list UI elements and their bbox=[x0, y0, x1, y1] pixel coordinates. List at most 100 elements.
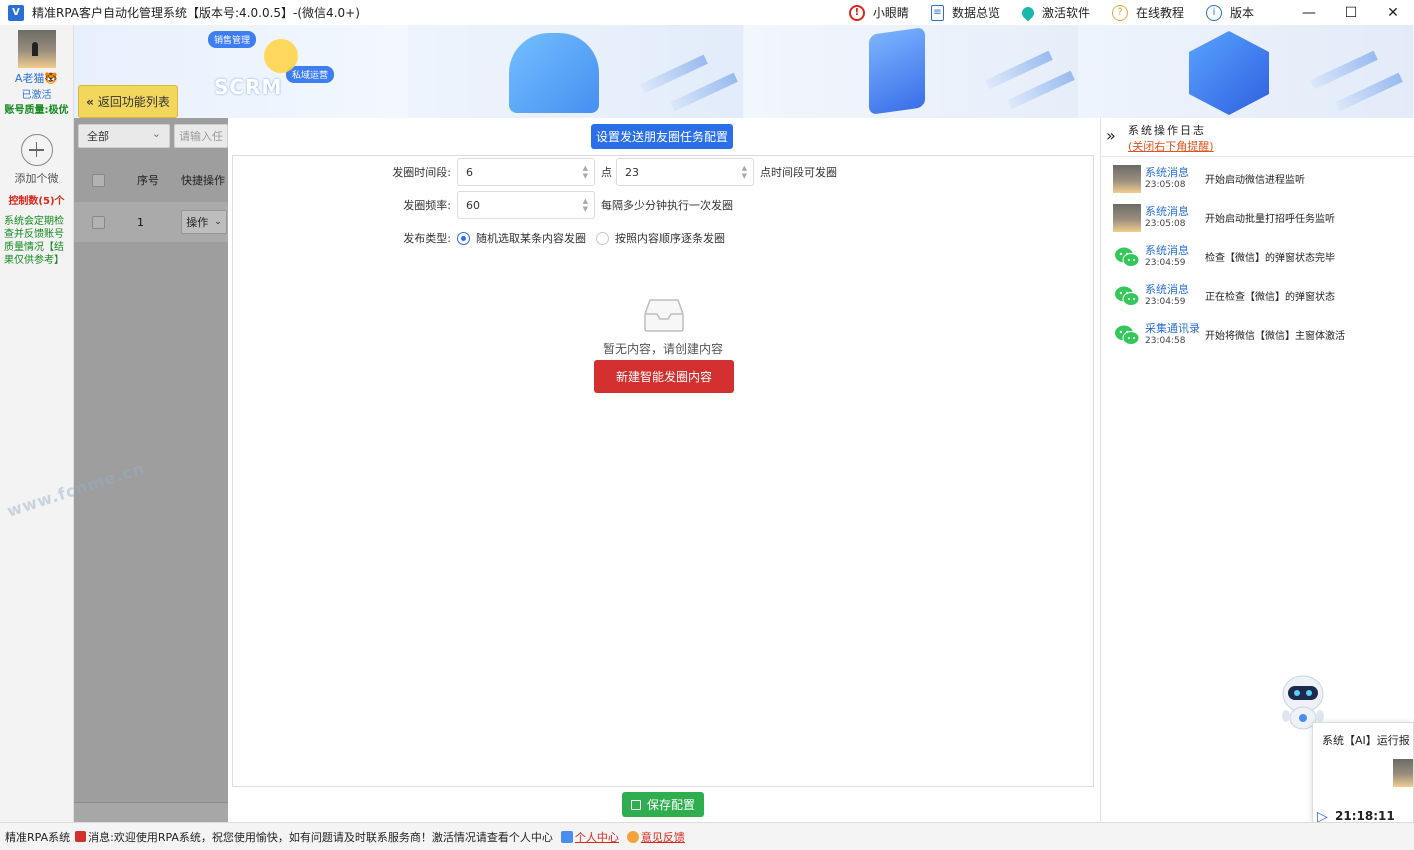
decor-streak bbox=[670, 72, 738, 112]
row-index: 1 bbox=[137, 215, 144, 229]
toolbar-tutorial-button[interactable]: ? 在线教程 bbox=[1111, 4, 1184, 21]
radio-sequential-label[interactable]: 按照内容顺序逐条发圈 bbox=[615, 230, 725, 246]
log-message: 开始启动微信进程监听 bbox=[1205, 175, 1305, 186]
decor-streak bbox=[1335, 72, 1403, 112]
toolbar-overview-button[interactable]: ≡ 数据总览 bbox=[930, 4, 1000, 21]
close-reminder-link[interactable]: (关闭右下角提醒) bbox=[1128, 138, 1214, 154]
time-range-row: 发圈时间段: 6 ▲ ▼ 点 23 ▲ ▼ 点时间段可发圈 bbox=[373, 158, 837, 186]
frequency-value: 60 bbox=[466, 198, 480, 212]
log-message: 正在检查【微信】的弹窗状态 bbox=[1205, 292, 1335, 303]
status-bar: 精准RPA系统 消息:欢迎使用RPA系统，祝您使用愉快，如有问题请及时联系服务商… bbox=[0, 822, 1414, 850]
time-end-value: 23 bbox=[625, 165, 639, 179]
wechat-icon bbox=[1113, 243, 1141, 271]
toolbar-label: 小眼睛 bbox=[872, 6, 909, 20]
maximize-button[interactable]: ☐ bbox=[1330, 0, 1372, 25]
publish-type-label: 发布类型: bbox=[403, 232, 451, 245]
divider bbox=[1101, 156, 1414, 157]
select-all-checkbox[interactable] bbox=[92, 173, 105, 187]
back-label: 返回功能列表 bbox=[97, 95, 170, 109]
account-sidebar: A老猫🐯 已激活 账号质量:极优 添加个微 控制数(5)个 系统会定期检查并反馈… bbox=[0, 25, 74, 822]
feature-banner: 销售管理 私域运营 SCRM bbox=[74, 25, 1414, 118]
column-index: 序号 bbox=[137, 174, 159, 187]
toolbar-activate-button[interactable]: 激活软件 bbox=[1019, 4, 1090, 21]
log-time: 23:04:59 bbox=[1145, 258, 1186, 268]
popup-time: 21:18:11 bbox=[1335, 809, 1395, 823]
user-icon bbox=[560, 830, 573, 843]
log-source: 系统消息 bbox=[1145, 244, 1189, 257]
log-time: 23:05:08 bbox=[1145, 180, 1186, 190]
banner-scrm-text: SCRM bbox=[214, 75, 283, 99]
time-start-input[interactable]: 6 ▲ ▼ bbox=[457, 158, 595, 186]
log-title: 系统操作日志 bbox=[1128, 124, 1206, 137]
time-mid-label: 点 bbox=[601, 166, 612, 179]
log-source: 系统消息 bbox=[1145, 166, 1189, 179]
save-label: 保存配置 bbox=[646, 798, 695, 812]
account-name[interactable]: A老猫🐯 bbox=[0, 70, 73, 86]
column-quick-action: 快捷操作 bbox=[181, 174, 225, 187]
personal-center-link[interactable]: 个人中心 bbox=[575, 829, 619, 845]
info-icon: i bbox=[1205, 4, 1222, 21]
log-item: 采集通讯录 23:04:58 开始将微信【微信】主窗体激活 bbox=[1113, 318, 1413, 354]
control-count: 控制数(5)个 bbox=[8, 196, 65, 207]
account-avatar[interactable] bbox=[17, 30, 56, 68]
moments-config-button[interactable]: 设置发送朋友圈任务配置 bbox=[591, 124, 733, 149]
table-row[interactable]: 1 操作 ⌄ bbox=[74, 202, 228, 242]
log-message: 检查【微信】的弹窗状态完毕 bbox=[1205, 253, 1335, 264]
cloud-icon bbox=[509, 33, 599, 113]
banner-chip: 销售管理 bbox=[208, 31, 257, 48]
toolbar-version-button[interactable]: i 版本 bbox=[1205, 4, 1254, 21]
app-logo: V bbox=[8, 4, 24, 21]
radio-random-label[interactable]: 随机选取某条内容发圈 bbox=[476, 230, 586, 246]
filter-select[interactable]: 全部 bbox=[78, 124, 170, 148]
wechat-icon bbox=[1113, 321, 1141, 349]
create-content-button[interactable]: 新建智能发圈内容 bbox=[594, 360, 734, 393]
minimize-button[interactable]: — bbox=[1288, 0, 1330, 25]
close-button[interactable]: ✕ bbox=[1372, 0, 1414, 25]
log-time: 23:05:08 bbox=[1145, 219, 1186, 229]
log-source: 系统消息 bbox=[1145, 205, 1189, 218]
banner-cube[interactable] bbox=[1079, 25, 1414, 118]
search-input[interactable]: 请输入任 bbox=[174, 124, 228, 148]
spinner-icon[interactable]: ▲ ▼ bbox=[742, 164, 747, 180]
back-to-functions-button[interactable]: «返回功能列表 bbox=[78, 85, 178, 118]
activation-status: 已激活 bbox=[21, 90, 52, 101]
radio-sequential[interactable] bbox=[596, 231, 609, 245]
operation-log-panel: » 系统操作日志 (关闭右下角提醒) 系统消息 23:05:08 开始启动微信进程监… bbox=[1100, 118, 1414, 822]
log-time: 23:04:59 bbox=[1145, 297, 1186, 307]
log-item: 系统消息 23:04:59 检查【微信】的弹窗状态完毕 bbox=[1113, 240, 1413, 276]
window-controls: — ☐ ✕ bbox=[1288, 0, 1414, 25]
popup-avatar bbox=[1393, 759, 1413, 787]
row-checkbox[interactable] bbox=[92, 215, 105, 229]
decor-streak bbox=[640, 54, 708, 94]
save-config-button[interactable]: 保存配置 bbox=[622, 792, 704, 817]
empty-inbox-icon bbox=[644, 299, 684, 332]
log-time: 23:04:58 bbox=[1145, 336, 1186, 346]
spinner-icon[interactable]: ▲ ▼ bbox=[583, 197, 588, 213]
horizontal-scrollbar[interactable] bbox=[74, 802, 228, 822]
add-account-button[interactable] bbox=[20, 134, 53, 166]
row-action-button[interactable]: 操作 ⌄ bbox=[181, 210, 227, 234]
feedback-icon bbox=[626, 830, 639, 843]
popup-title: 系统【AI】运行报 bbox=[1322, 734, 1410, 747]
double-chevron-left-icon: « bbox=[86, 94, 94, 109]
toolbar-eye-button[interactable]: ! 小眼睛 bbox=[848, 4, 909, 21]
spinner-icon[interactable]: ▲ ▼ bbox=[583, 164, 588, 180]
cube-icon bbox=[1189, 31, 1269, 115]
radio-random[interactable] bbox=[457, 231, 470, 245]
log-message: 开始将微信【微信】主窗体激活 bbox=[1205, 331, 1345, 342]
add-account-label[interactable]: 添加个微 bbox=[0, 170, 73, 186]
frequency-row: 发圈频率: 60 ▲ ▼ 每隔多少分钟执行一次发圈 bbox=[373, 191, 733, 219]
banner-cloud[interactable] bbox=[409, 25, 744, 118]
title-toolbar: ! 小眼睛 ≡ 数据总览 激活软件 ? 在线教程 i 版本 bbox=[827, 0, 1254, 25]
toolbar-label: 激活软件 bbox=[1041, 6, 1090, 20]
document-icon: ≡ bbox=[930, 4, 944, 21]
frequency-input[interactable]: 60 ▲ ▼ bbox=[457, 191, 595, 219]
collapse-icon[interactable]: » bbox=[1106, 126, 1116, 145]
feedback-link[interactable]: 意见反馈 bbox=[641, 829, 685, 845]
frequency-label: 发圈频率: bbox=[403, 199, 451, 212]
banner-chat[interactable] bbox=[744, 25, 1079, 118]
status-app-name: 精准RPA系统 bbox=[5, 830, 71, 844]
time-end-input[interactable]: 23 ▲ ▼ bbox=[616, 158, 754, 186]
toolbar-label: 在线教程 bbox=[1135, 6, 1184, 20]
decor-streak bbox=[1310, 50, 1378, 90]
